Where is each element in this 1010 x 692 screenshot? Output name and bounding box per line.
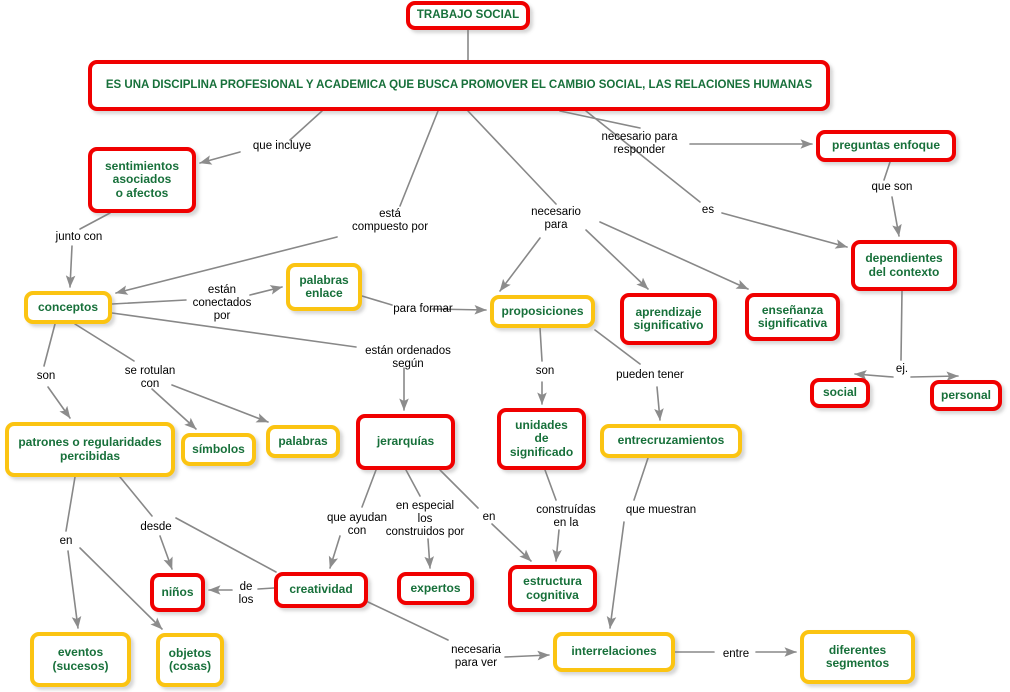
edge-line (257, 587, 275, 590)
concept-node-label: eventos (sucesos) (52, 645, 109, 673)
concept-node-dependientes[interactable]: dependientes del contexto (851, 240, 957, 291)
concept-map-canvas: TRABAJO SOCIAL ES UNA DISCIPLINA PROFESIO… (0, 0, 1010, 692)
concept-node-label: preguntas enfoque (831, 138, 940, 153)
edge-line (289, 110, 323, 141)
edge-line (539, 327, 543, 362)
concept-node-label: sentimientos asociados o afectos (104, 158, 179, 200)
edge-line (399, 110, 439, 207)
concept-node-label: interrelaciones (571, 644, 657, 659)
concept-node-label: conceptos (37, 299, 98, 314)
concept-node-label: diferentes segmentos (825, 642, 890, 670)
edge-line (504, 650, 550, 661)
edge-line (499, 237, 541, 292)
edge-line (599, 221, 749, 290)
concept-node-aprendizaje[interactable]: aprendizaje significativo (620, 293, 717, 345)
concept-node-label: entrecruzamientos (617, 433, 725, 448)
edge-line (74, 323, 135, 362)
edge-line (67, 550, 82, 629)
concept-node-label: objetos (cosas) (168, 645, 212, 673)
edge-line (171, 384, 269, 423)
edge-line (552, 529, 562, 562)
concept-node-label: proposiciones (501, 303, 584, 318)
concept-node-label: estructura cognitiva (523, 574, 582, 602)
edge-line (199, 151, 241, 165)
concept-node-label: social (822, 385, 858, 400)
concept-node-label: enseñanza significativa (757, 302, 828, 330)
concept-node-simbolos[interactable]: símbolos (181, 433, 256, 466)
concept-node-label: unidades de significado (509, 417, 574, 459)
edge-line (900, 290, 903, 361)
edge-line (654, 386, 664, 421)
edge-line (111, 312, 357, 348)
concept-node-conceptos[interactable]: conceptos (24, 291, 112, 324)
concept-node-interrelaciones[interactable]: interrelaciones (553, 632, 675, 672)
concept-node-palabras[interactable]: palabras (266, 425, 340, 458)
edge-line (721, 212, 848, 249)
concept-node-diferentes-segmentos[interactable]: diferentes segmentos (800, 630, 915, 684)
concept-node-label: creatividad (289, 582, 353, 597)
concept-node-sentimientos[interactable]: sentimientos asociados o afectos (88, 147, 196, 213)
edge-line (883, 161, 891, 181)
edge-line (47, 386, 71, 419)
concept-node-eventos[interactable]: eventos (sucesos) (30, 632, 131, 687)
concept-node-label: jerarquías (376, 434, 435, 449)
edge-line (491, 523, 532, 562)
concept-node-expertos[interactable]: expertos (397, 572, 474, 605)
concept-node-personal[interactable]: personal (930, 380, 1002, 411)
concept-node-objetos[interactable]: objetos (cosas) (156, 633, 224, 687)
edge-line (361, 469, 377, 508)
concept-node-label: ES UNA DISCIPLINA PROFESIONAL Y ACADEMIC… (105, 79, 813, 92)
edge-line (544, 469, 557, 501)
edge-line (606, 521, 625, 629)
edge-line (175, 517, 277, 573)
edge-line (249, 285, 283, 296)
edge-line (361, 295, 393, 306)
edge-line (431, 304, 487, 315)
edge-line (43, 323, 56, 367)
concept-node-creatividad[interactable]: creatividad (274, 572, 368, 608)
concept-node-estructura[interactable]: estructura cognitiva (508, 565, 597, 612)
edge-line (111, 299, 187, 305)
edge-line (159, 535, 173, 570)
edge-line (439, 469, 479, 509)
edge-line (891, 196, 902, 237)
edge-line (405, 469, 421, 497)
concept-node-label: palabras enlace (299, 272, 349, 300)
edge-line (65, 476, 76, 532)
edge-line (854, 370, 894, 380)
concept-node-label: símbolos (192, 441, 245, 456)
edge-line (119, 476, 153, 517)
concept-node-jerarquias[interactable]: jerarquías (356, 414, 455, 470)
edge-line (585, 110, 701, 203)
concept-node-label: niños (161, 584, 194, 599)
edge-line (65, 245, 76, 288)
concept-node-patrones[interactable]: patrones o regularidades percibidas (5, 422, 175, 477)
edge-line (328, 535, 341, 569)
concept-node-ninos[interactable]: niños (150, 573, 205, 612)
edge-line (633, 457, 649, 501)
concept-node-unidades[interactable]: unidades de significado (497, 408, 586, 470)
concept-node-label: aprendizaje significativo (633, 304, 704, 332)
edge-line (910, 371, 959, 382)
concept-node-label: expertos (410, 580, 461, 595)
concept-node-palabras-enlace[interactable]: palabras enlace (286, 263, 362, 311)
concept-node-trabajo-social[interactable]: TRABAJO SOCIAL (406, 1, 530, 30)
edge-line (79, 212, 111, 230)
concept-node-label: personal (940, 387, 991, 402)
concept-node-disciplina[interactable]: ES UNA DISCIPLINA PROFESIONAL Y ACADEMIC… (88, 60, 830, 111)
edge-line (467, 110, 557, 205)
concept-node-entrecruzamientos[interactable]: entrecruzamientos (600, 424, 742, 458)
concept-node-label: patrones o regularidades percibidas (18, 435, 162, 463)
concept-node-label: palabras (278, 433, 328, 448)
concept-node-label: TRABAJO SOCIAL (416, 9, 520, 22)
edge-line (559, 110, 641, 129)
concept-node-label: dependientes del contexto (865, 251, 943, 279)
concept-node-preguntas-enfoque[interactable]: preguntas enfoque (816, 130, 956, 162)
concept-node-ensenanza[interactable]: enseñanza significativa (745, 293, 840, 341)
edge-lines (43, 29, 959, 661)
concept-node-social[interactable]: social (810, 378, 870, 408)
concept-node-proposiciones[interactable]: proposiciones (490, 295, 595, 328)
edge-line (367, 601, 449, 641)
edge-line (424, 538, 434, 569)
